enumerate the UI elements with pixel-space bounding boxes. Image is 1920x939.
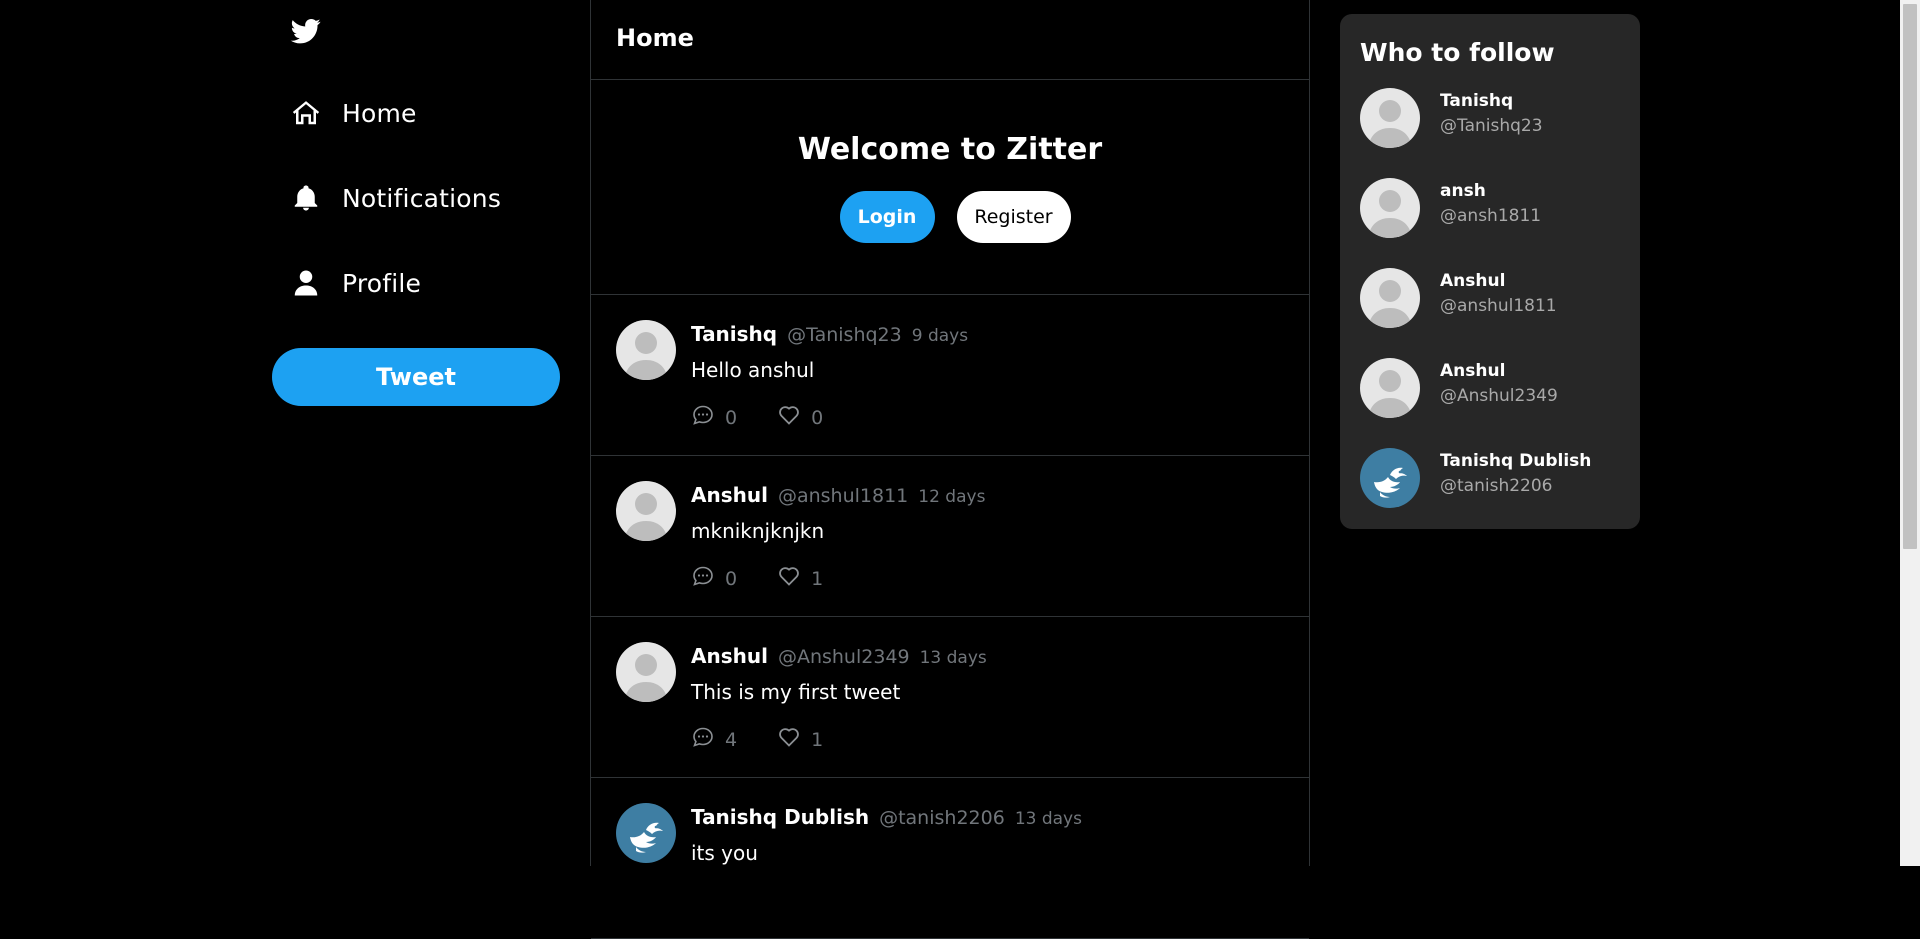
comment-count: 0 xyxy=(725,567,738,590)
tweet-author-handle: @Anshul2349 xyxy=(777,646,910,668)
bell-icon xyxy=(290,182,322,214)
tweet-item[interactable]: Tanishq @Tanishq23 9 days Hello anshul 0… xyxy=(591,295,1309,456)
page-title: Home xyxy=(616,24,694,52)
sidebar-item-label: Home xyxy=(342,98,417,128)
left-sidebar: Home Notifications Profile Tweet xyxy=(272,0,560,866)
welcome-banner: Welcome to Zitter Login Register xyxy=(591,80,1309,295)
sidebar-item-label: Profile xyxy=(342,268,422,298)
tweet-author-name[interactable]: Anshul xyxy=(691,483,768,507)
comment-count: 0 xyxy=(725,406,738,429)
comment-button[interactable]: 4 xyxy=(691,725,737,754)
follow-suggestion[interactable]: Anshul @anshul1811 xyxy=(1360,268,1630,330)
tweet-timestamp: 12 days xyxy=(918,487,986,507)
tweet-text: Hello anshul xyxy=(691,358,815,382)
default-avatar xyxy=(1360,88,1420,148)
tweet-timestamp: 9 days xyxy=(911,326,969,346)
tweet-text: its you xyxy=(691,841,758,865)
welcome-heading: Welcome to Zitter xyxy=(797,132,1103,167)
like-button[interactable]: 0 xyxy=(777,403,823,432)
heart-icon xyxy=(777,403,801,432)
bird-avatar xyxy=(1360,448,1420,508)
sidebar-item-home[interactable]: Home xyxy=(290,88,417,138)
panel-title: Who to follow xyxy=(1360,38,1555,67)
follow-user-handle: @anshul1811 xyxy=(1440,296,1557,316)
comment-count: 4 xyxy=(725,728,738,751)
login-button[interactable]: Login xyxy=(839,191,935,243)
tweet-item[interactable]: Anshul @Anshul2349 13 days This is my fi… xyxy=(591,617,1309,778)
tweet-author-name[interactable]: Tanishq xyxy=(691,322,777,346)
tweet-item[interactable]: Tanishq Dublish @tanish2206 13 days its … xyxy=(591,778,1309,939)
like-count: 1 xyxy=(811,567,824,590)
register-button[interactable]: Register xyxy=(956,191,1071,243)
comment-icon xyxy=(691,403,715,432)
default-avatar xyxy=(1360,268,1420,328)
follow-user-name: Tanishq xyxy=(1440,91,1514,111)
heart-icon xyxy=(777,564,801,593)
tweet-author-handle: @tanish2206 xyxy=(879,807,1005,829)
tweet-author-handle: @Tanishq23 xyxy=(787,324,902,346)
default-avatar xyxy=(1360,178,1420,238)
comment-icon xyxy=(691,725,715,754)
follow-user-handle: @tanish2206 xyxy=(1440,476,1553,496)
follow-user-name: Anshul xyxy=(1440,271,1506,291)
like-button[interactable]: 1 xyxy=(777,564,823,593)
tweet-button[interactable]: Tweet xyxy=(272,348,560,406)
follow-user-name: Tanishq Dublish xyxy=(1440,451,1592,471)
heart-icon xyxy=(777,725,801,754)
tweet-timestamp: 13 days xyxy=(1014,809,1082,829)
sidebar-item-label: Notifications xyxy=(342,183,502,213)
follow-suggestion[interactable]: Tanishq @Tanishq23 xyxy=(1360,88,1630,150)
like-count: 1 xyxy=(811,728,824,751)
main-timeline: Home Welcome to Zitter Login Register Ta… xyxy=(590,0,1310,939)
follow-user-handle: @Anshul2349 xyxy=(1440,386,1558,406)
comment-button[interactable]: 0 xyxy=(691,403,737,432)
tweet-author-name[interactable]: Anshul xyxy=(691,644,768,668)
follow-user-handle: @ansh1811 xyxy=(1440,206,1542,226)
like-button[interactable]: 1 xyxy=(777,725,823,754)
twitter-bird-icon[interactable] xyxy=(290,16,322,46)
tweet-author-handle: @anshul1811 xyxy=(777,485,909,507)
follow-suggestion[interactable]: Anshul @Anshul2349 xyxy=(1360,358,1630,420)
follow-user-handle: @Tanishq23 xyxy=(1440,116,1543,136)
follow-suggestion[interactable]: ansh @ansh1811 xyxy=(1360,178,1630,240)
default-avatar[interactable] xyxy=(616,320,676,380)
default-avatar xyxy=(1360,358,1420,418)
who-to-follow-panel: Who to follow Tanishq @Tanishq23 ansh @a… xyxy=(1340,14,1640,529)
page-scrollbar[interactable] xyxy=(1900,0,1920,866)
comment-icon xyxy=(691,564,715,593)
sidebar-item-notifications[interactable]: Notifications xyxy=(290,173,501,223)
default-avatar[interactable] xyxy=(616,642,676,702)
home-icon xyxy=(290,97,322,129)
follow-user-name: ansh xyxy=(1440,181,1486,201)
tweet-item[interactable]: Anshul @anshul1811 12 days mkniknjknjkn … xyxy=(591,456,1309,617)
tweet-text: mkniknjknjkn xyxy=(691,519,825,543)
tweet-text: This is my first tweet xyxy=(691,680,901,704)
like-count: 0 xyxy=(811,406,824,429)
tweet-timestamp: 13 days xyxy=(919,648,987,668)
bird-avatar[interactable] xyxy=(616,803,676,863)
scrollbar-thumb[interactable] xyxy=(1903,4,1917,549)
user-icon xyxy=(290,267,322,299)
comment-button[interactable]: 0 xyxy=(691,564,737,593)
default-avatar[interactable] xyxy=(616,481,676,541)
follow-user-name: Anshul xyxy=(1440,361,1506,381)
tweet-author-name[interactable]: Tanishq Dublish xyxy=(691,805,869,829)
main-header: Home xyxy=(591,0,1309,80)
sidebar-item-profile[interactable]: Profile xyxy=(290,258,421,308)
follow-suggestion[interactable]: Tanishq Dublish @tanish2206 xyxy=(1360,448,1630,510)
